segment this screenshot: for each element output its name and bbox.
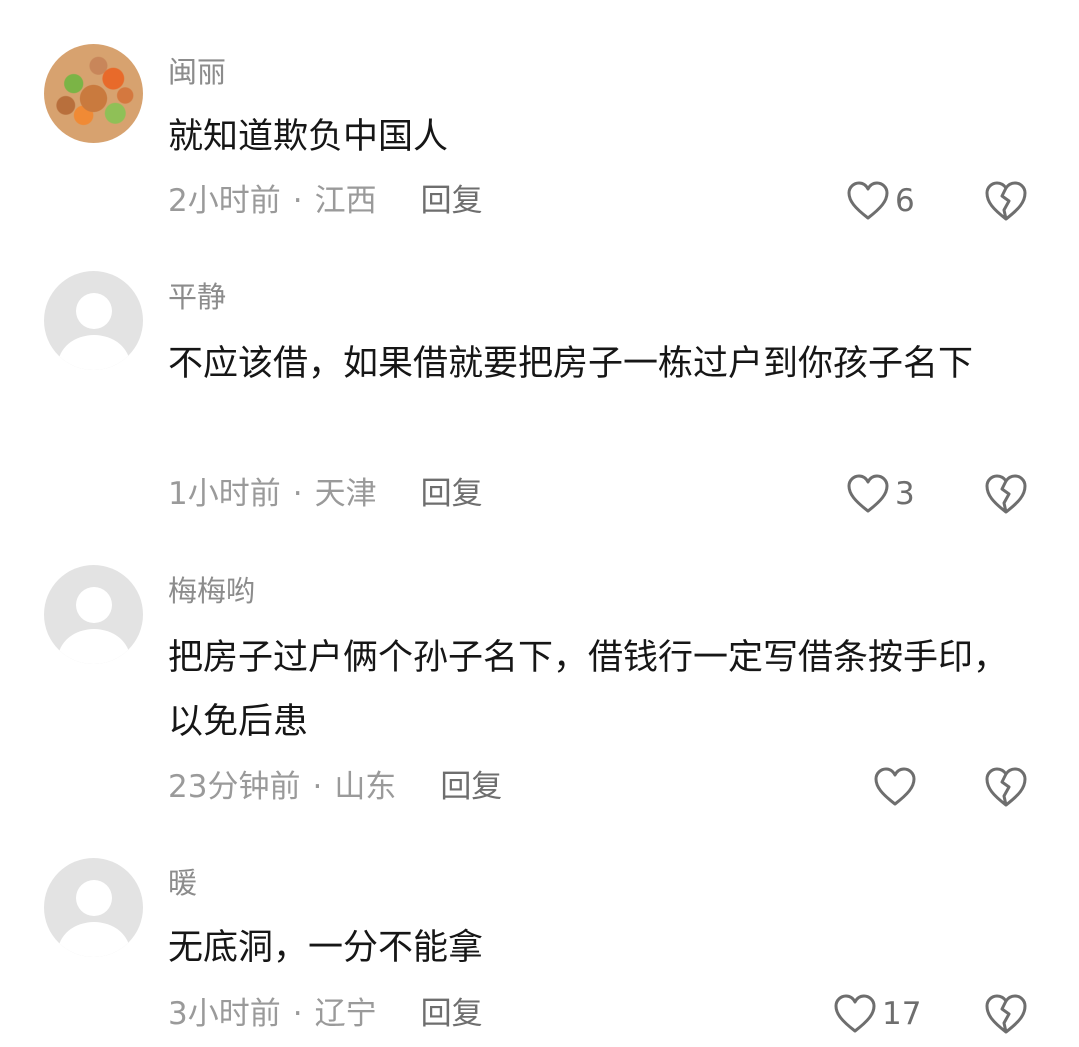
comment-text: 无底洞，一分不能拿 <box>168 928 484 968</box>
comment-text: 把房子过户俩个孙子名下，借钱行一定写借条按手印，以免后患 <box>168 638 1009 742</box>
reply-button[interactable]: 回复 <box>421 476 483 512</box>
comment-meta: 1小时前 · 天津 回复 <box>168 474 483 514</box>
comment-time: 1小时前 <box>168 476 281 512</box>
user-avatar[interactable] <box>44 44 143 143</box>
comment-time: 3小时前 <box>168 996 281 1032</box>
heart-outline-icon <box>847 474 889 513</box>
comment-location: 辽宁 <box>314 996 377 1032</box>
comment-text: 就知道欺负中国人 <box>168 117 449 157</box>
comment-username[interactable]: 暖 <box>168 863 197 903</box>
comment-location: 天津 <box>314 476 377 512</box>
like-count: 3 <box>895 476 915 512</box>
heart-outline-icon <box>874 767 916 806</box>
comment-meta: 23分钟前 · 山东 回复 <box>168 767 502 807</box>
meta-separator: · <box>292 476 303 512</box>
comment-meta: 2小时前 · 江西 回复 <box>168 181 483 221</box>
broken-heart-icon <box>985 994 1027 1034</box>
comment-location: 山东 <box>334 769 397 805</box>
like-button[interactable] <box>872 765 922 809</box>
dislike-button[interactable] <box>984 179 1028 223</box>
heart-outline-icon <box>834 994 876 1033</box>
avatar-body <box>58 629 130 664</box>
user-avatar[interactable] <box>44 565 143 664</box>
comment-location: 江西 <box>314 183 377 219</box>
user-avatar[interactable] <box>44 271 143 370</box>
comment-list: 闽丽 就知道欺负中国人 2小时前 · 江西 回复 6 平静 不应该借，如果借就要把房子… <box>0 0 1079 1047</box>
meta-separator: · <box>292 183 303 219</box>
reply-button[interactable]: 回复 <box>440 769 502 805</box>
avatar-body <box>58 922 130 957</box>
like-count: 6 <box>895 183 915 219</box>
broken-heart-icon <box>985 474 1027 514</box>
user-avatar[interactable] <box>44 858 143 957</box>
reply-button[interactable]: 回复 <box>421 183 483 219</box>
like-button[interactable]: 17 <box>832 992 921 1036</box>
dislike-button[interactable] <box>984 765 1028 809</box>
avatar-head <box>76 880 112 916</box>
broken-heart-icon <box>985 767 1027 807</box>
comment-text: 不应该借，如果借就要把房子一栋过户到你孩子名下 <box>168 344 974 384</box>
meta-separator: · <box>312 769 323 805</box>
dislike-button[interactable] <box>984 992 1028 1036</box>
like-button[interactable]: 6 <box>845 179 915 223</box>
comment-meta: 3小时前 · 辽宁 回复 <box>168 994 483 1034</box>
avatar-head <box>76 293 112 329</box>
dislike-button[interactable] <box>984 472 1028 516</box>
comment-username[interactable]: 梅梅哟 <box>168 571 255 611</box>
comment-time: 23分钟前 <box>168 769 301 805</box>
broken-heart-icon <box>985 181 1027 221</box>
like-count: 17 <box>882 996 922 1032</box>
heart-outline-icon <box>847 181 889 220</box>
comment-username[interactable]: 闽丽 <box>168 52 226 92</box>
reply-button[interactable]: 回复 <box>421 996 483 1032</box>
like-button[interactable]: 3 <box>845 472 915 516</box>
avatar-body <box>58 335 130 370</box>
comment-username[interactable]: 平静 <box>168 277 226 317</box>
avatar-head <box>76 587 112 623</box>
comment-time: 2小时前 <box>168 183 281 219</box>
meta-separator: · <box>292 996 303 1032</box>
